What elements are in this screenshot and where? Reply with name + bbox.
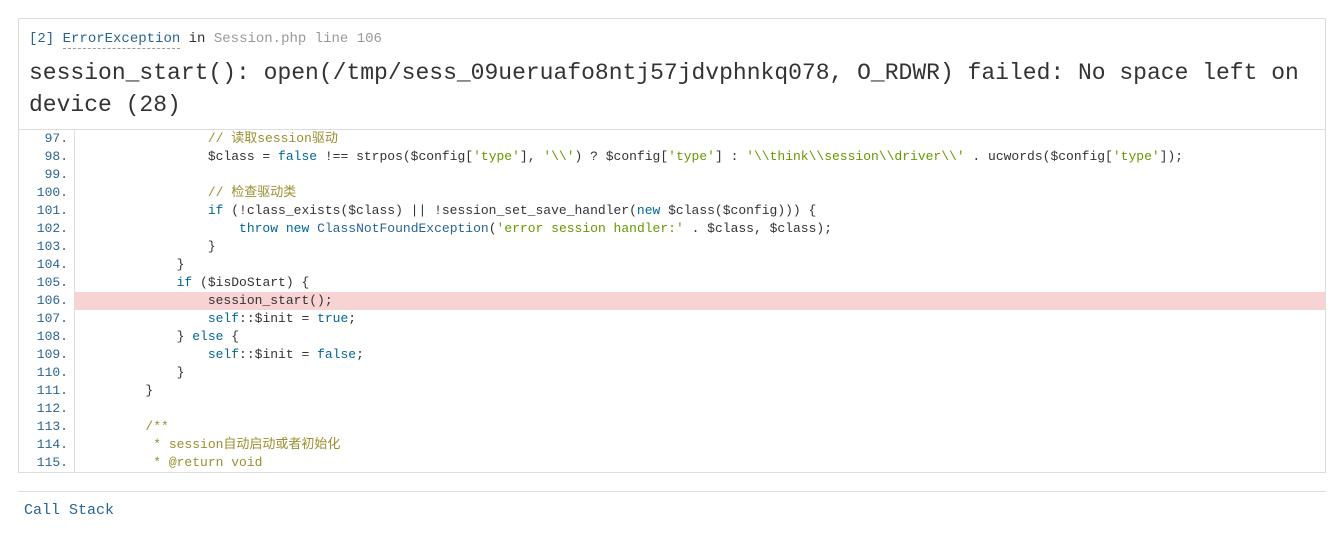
line-number: 107. [19,310,74,328]
call-stack-header[interactable]: Call Stack [18,491,1326,529]
code-line: } [75,256,1325,274]
code-line: } else { [75,328,1325,346]
file-info: Session.php line 106 [214,31,382,47]
error-meta: [2] ErrorException in Session.php line 1… [29,31,1315,47]
line-number: 112. [19,400,74,418]
code-line: throw new ClassNotFoundException('error … [75,220,1325,238]
line-number: 114. [19,436,74,454]
line-number: 110. [19,364,74,382]
error-code: [2] [29,31,54,47]
in-text: in [189,31,206,47]
code-line: $class = false !== strpos($config['type'… [75,148,1325,166]
code-line [75,166,1325,184]
code-lines: // 读取session驱动 $class = false !== strpos… [75,130,1325,472]
line-number: 104. [19,256,74,274]
line-number: 99. [19,166,74,184]
code-line: } [75,382,1325,400]
line-number: 115. [19,454,74,472]
error-header: [2] ErrorException in Session.php line 1… [19,19,1325,129]
code-block: 97.98.99.100.101.102.103.104.105.106.107… [19,129,1325,472]
code-line [75,400,1325,418]
line-number: 98. [19,148,74,166]
code-line: self::$init = true; [75,310,1325,328]
code-line: if (!class_exists($class) || !session_se… [75,202,1325,220]
line-number: 103. [19,238,74,256]
code-line: // 读取session驱动 [75,130,1325,148]
code-line: self::$init = false; [75,346,1325,364]
error-panel: [2] ErrorException in Session.php line 1… [18,18,1326,473]
code-line: } [75,238,1325,256]
line-number: 100. [19,184,74,202]
line-number: 108. [19,328,74,346]
code-line: } [75,364,1325,382]
exception-name[interactable]: ErrorException [63,31,181,49]
line-number: 111. [19,382,74,400]
line-number: 106. [19,292,74,310]
code-line: * session自动启动或者初始化 [75,436,1325,454]
line-number: 109. [19,346,74,364]
error-message: session_start(): open(/tmp/sess_09ueruaf… [29,57,1315,121]
line-number: 102. [19,220,74,238]
code-line: * @return void [75,454,1325,472]
code-line: // 检查驱动类 [75,184,1325,202]
code-line: if ($isDoStart) { [75,274,1325,292]
line-number: 101. [19,202,74,220]
line-number: 113. [19,418,74,436]
line-number: 97. [19,130,74,148]
code-line: session_start(); [75,292,1325,310]
line-numbers: 97.98.99.100.101.102.103.104.105.106.107… [19,130,75,472]
line-number: 105. [19,274,74,292]
code-line: /** [75,418,1325,436]
